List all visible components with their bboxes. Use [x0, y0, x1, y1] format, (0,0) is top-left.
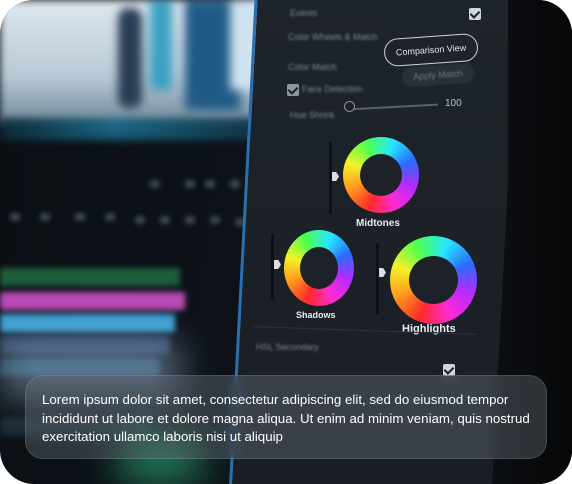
events-label: Events — [290, 8, 318, 18]
color-match-label: Color Match — [288, 62, 337, 72]
midtones-slider[interactable] — [329, 142, 332, 214]
shadows-label: Shadows — [296, 310, 336, 320]
highlights-slider[interactable] — [376, 243, 379, 315]
slider-value: 100 — [445, 98, 462, 109]
midtones-label: Midtones — [356, 218, 400, 229]
timeline-bar — [0, 118, 285, 140]
highlights-wheel[interactable] — [390, 236, 477, 324]
midtones-wheel[interactable] — [343, 137, 419, 213]
caption-text: Lorem ipsum dolor sit amet, consectetur … — [42, 392, 530, 444]
color-wheels-match-label: Color Wheels & Match — [288, 32, 378, 42]
hsl-secondary-label: HSL Secondary — [256, 342, 319, 352]
face-detection-label: Face Detection — [302, 84, 363, 94]
caption-box: Lorem ipsum dolor sit amet, consectetur … — [25, 375, 547, 459]
face-detection-checkbox[interactable] — [287, 84, 299, 96]
events-checkbox[interactable] — [469, 8, 481, 20]
slider-knob[interactable] — [344, 101, 355, 112]
hue-shrink-label: Hue Shrink — [290, 110, 335, 120]
video-preview — [0, 0, 270, 125]
photo-card: Events Color Wheels & Match Color Match … — [0, 0, 572, 484]
playback-controls — [0, 168, 250, 248]
shadows-wheel[interactable] — [284, 230, 354, 306]
shadows-slider[interactable] — [271, 234, 274, 300]
